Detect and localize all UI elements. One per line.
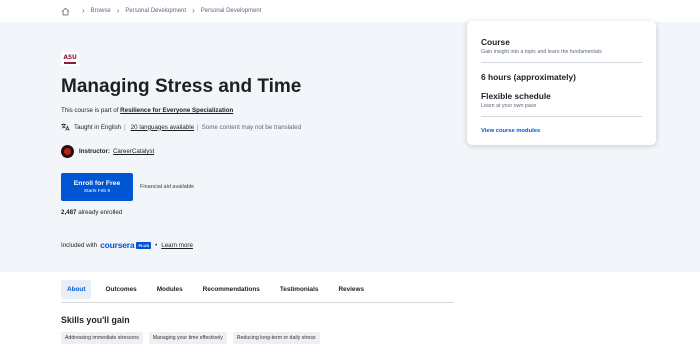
duration: 6 hours (approximately) [481,72,576,82]
instructor-row: Instructor: CareerCatalyst [61,145,154,158]
enroll-label: Enroll for Free [73,180,121,187]
skill-tag: Managing your time effectively [148,332,227,344]
translate-icon [61,123,70,131]
separator: | [197,123,199,131]
specialization-link[interactable]: Resilience for Everyone Specialization [120,107,233,114]
chevron-right-icon: › [82,6,85,15]
coursera-logo: coursera [100,240,135,250]
enrolled-suffix: already enrolled [76,209,123,216]
chevron-right-icon: › [116,6,120,15]
enrolled-number: 2,487 [61,209,77,216]
languages-link[interactable]: 20 languages available [131,124,194,131]
schedule-desc: Learn at your own pace [481,103,537,109]
tab-outcomes[interactable]: Outcomes [99,280,142,299]
taught-in-text: Taught in English [74,123,122,131]
learn-more-link[interactable]: Learn more [161,242,193,249]
course-tabs: About Outcomes Modules Recommendations T… [61,277,454,303]
separator: | [124,123,126,131]
course-type: Course [481,37,510,47]
tab-recommendations[interactable]: Recommendations [197,280,266,299]
skills-heading: Skills you'll gain [61,315,130,325]
part-of-text: This course is part of [61,107,121,114]
tab-modules[interactable]: Modules [151,280,189,299]
view-modules-link[interactable]: View course modules [481,128,540,134]
tab-about[interactable]: About [61,280,92,299]
financial-aid-text: Financial aid available [140,184,195,190]
plus-badge: PLUS [136,241,152,249]
enroll-button[interactable]: Enroll for Free Starts Feb 9 [61,173,133,201]
included-with: Included with coursera PLUS • Learn more [61,240,193,250]
tab-reviews[interactable]: Reviews [332,280,370,299]
asu-logo: ASU [61,52,79,66]
course-title: Managing Stress and Time [61,76,302,97]
divider [481,116,642,117]
course-type-desc: Gain insight into a topic and learn the … [481,49,602,55]
skill-tag: Addressing immediate stressors [61,332,143,344]
translation-note: Some content may not be translated [201,123,302,131]
enrolled-count: 2,487 already enrolled [61,209,122,216]
chevron-right-icon: › [192,6,195,15]
breadcrumb-personal-development-sub[interactable]: Personal Development [201,8,262,14]
tab-testimonials[interactable]: Testimonials [274,280,325,299]
schedule-title: Flexible schedule [481,91,551,101]
separator-dot: • [155,241,158,249]
breadcrumb: › Browse › Personal Development › Person… [0,0,700,22]
home-icon[interactable] [61,7,70,16]
start-date: Starts Feb 9 [83,189,111,194]
specialization-line: This course is part of Resilience for Ev… [61,107,233,114]
breadcrumb-personal-development[interactable]: Personal Development [125,8,186,14]
breadcrumb-browse[interactable]: Browse [91,8,111,14]
avatar [61,145,74,158]
skill-tag: Reducing long-term or daily stress [232,332,320,344]
language-info: Taught in English | 20 languages availab… [61,123,301,131]
skills-list: Addressing immediate stressors Managing … [61,332,326,344]
course-info-card: Course Gain insight into a topic and lea… [467,21,656,145]
included-text: Included with [61,241,98,249]
divider [481,62,642,63]
instructor-label: Instructor: [79,148,110,155]
instructor-link[interactable]: CareerCatalyst [113,148,154,155]
